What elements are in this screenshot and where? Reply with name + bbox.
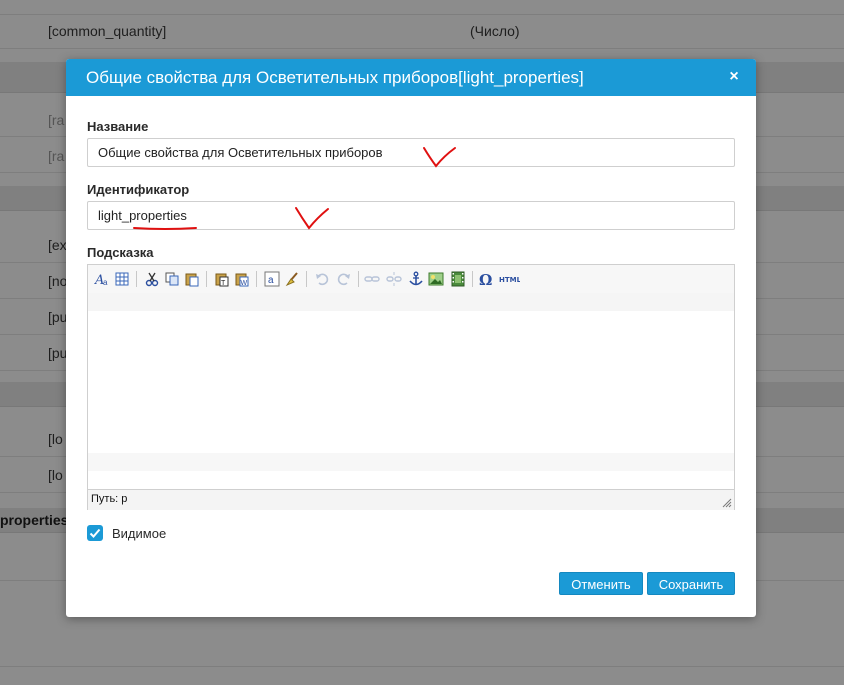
rich-text-editor: Aa T W a Ω HTML Путь: p bbox=[87, 264, 735, 510]
cancel-button[interactable]: Отменить bbox=[559, 572, 643, 595]
visible-checkbox[interactable] bbox=[87, 525, 103, 541]
check-icon bbox=[89, 528, 101, 538]
svg-text:HTML: HTML bbox=[499, 276, 520, 284]
dialog-header: Общие свойства для Осветительных приборо… bbox=[66, 59, 756, 96]
special-char-icon[interactable]: Ω bbox=[478, 271, 494, 289]
bg-field-name: [common_quantity] bbox=[48, 23, 167, 39]
svg-text:a: a bbox=[103, 278, 108, 287]
bg-field-type: (Число) bbox=[470, 23, 520, 39]
link-icon[interactable] bbox=[364, 271, 380, 287]
editor-path: Путь: p bbox=[91, 493, 128, 505]
svg-text:a: a bbox=[268, 275, 274, 286]
redo-icon[interactable] bbox=[336, 271, 352, 287]
copy-icon[interactable] bbox=[164, 271, 180, 287]
editor-toolbar: Aa T W a Ω HTML bbox=[88, 265, 734, 294]
paste-icon[interactable] bbox=[184, 271, 200, 287]
hint-label: Подсказка bbox=[87, 245, 154, 260]
table-icon[interactable] bbox=[114, 271, 130, 287]
editor-content-area[interactable] bbox=[88, 293, 734, 471]
bg-row-common-quantity: [common_quantity] (Число) bbox=[0, 14, 844, 49]
resize-grip-icon[interactable] bbox=[722, 498, 732, 508]
undo-icon[interactable] bbox=[314, 271, 330, 287]
save-button[interactable]: Сохранить bbox=[647, 572, 735, 595]
clean-icon[interactable] bbox=[284, 271, 300, 287]
unlink-icon[interactable] bbox=[386, 271, 402, 287]
editor-statusbar: Путь: p bbox=[88, 489, 734, 510]
properties-dialog: Общие свойства для Осветительных приборо… bbox=[66, 59, 756, 617]
paste-text-icon[interactable]: T bbox=[214, 271, 230, 287]
visible-label: Видимое bbox=[112, 526, 167, 541]
anchor-icon[interactable] bbox=[408, 271, 424, 287]
paste-word-icon[interactable]: W bbox=[234, 271, 250, 287]
cut-icon[interactable] bbox=[144, 271, 160, 287]
svg-text:Ω: Ω bbox=[479, 271, 492, 287]
dialog-title: Общие свойства для Осветительных приборо… bbox=[86, 68, 584, 87]
html-icon[interactable]: HTML bbox=[498, 271, 522, 287]
image-icon[interactable] bbox=[428, 271, 444, 287]
close-icon[interactable]: × bbox=[726, 67, 742, 87]
name-label: Название bbox=[87, 119, 149, 134]
media-icon[interactable] bbox=[450, 271, 466, 287]
identifier-label: Идентификатор bbox=[87, 182, 190, 197]
bg-section-title-fragment: properties bbox=[0, 512, 69, 528]
name-input[interactable] bbox=[87, 138, 735, 167]
bg-row-top bbox=[0, 0, 844, 15]
identifier-input[interactable] bbox=[87, 201, 735, 230]
svg-text:T: T bbox=[221, 280, 226, 287]
svg-text:W: W bbox=[241, 280, 248, 287]
spellcheck-icon[interactable]: a bbox=[264, 271, 280, 287]
format-icon[interactable]: Aa bbox=[94, 271, 110, 288]
